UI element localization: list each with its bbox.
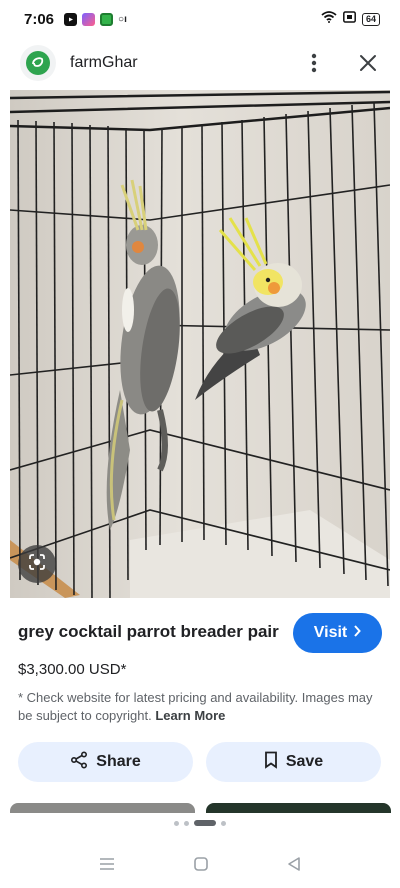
chevron-right-icon [353, 624, 362, 642]
pagination-dot [221, 820, 226, 826]
status-app-icons: ○ı [64, 12, 127, 26]
farmghar-logo[interactable] [20, 45, 56, 81]
visit-button[interactable]: Visit [293, 613, 382, 653]
share-label: Share [96, 753, 141, 770]
status-bar: 7:06 ○ı 64 [0, 0, 400, 38]
product-price: $3,300.00 USD* [18, 661, 127, 678]
more-vert-icon[interactable] [302, 51, 326, 75]
system-nav-bar [0, 845, 400, 888]
volte-icon [343, 10, 356, 28]
pagination-dots [0, 820, 400, 826]
learn-more-link[interactable]: Learn More [155, 708, 225, 723]
pagination-dot-active [194, 820, 216, 826]
save-label: Save [285, 753, 324, 770]
site-name[interactable]: farmGhar [70, 54, 138, 72]
wifi-icon [321, 10, 337, 28]
youtube-icon [64, 12, 78, 26]
back-icon[interactable] [286, 856, 302, 877]
product-image[interactable] [10, 90, 390, 598]
cockatiels-photo [10, 90, 390, 598]
app-icon-1 [82, 12, 96, 26]
status-time: 7:06 [24, 10, 55, 28]
google-lens-button[interactable] [18, 545, 56, 583]
close-icon[interactable] [356, 51, 380, 75]
battery-icon: 64 [361, 12, 380, 26]
source-header: farmGhar [0, 38, 400, 88]
recent-apps-icon[interactable] [98, 857, 116, 876]
visit-label: Visit [313, 624, 348, 641]
share-button[interactable]: Share [18, 742, 193, 782]
related-thumbnail-2[interactable] [206, 803, 391, 813]
pagination-dot [174, 820, 179, 826]
related-thumbnail-1[interactable] [10, 803, 195, 813]
disclaimer: * Check website for latest pricing and a… [18, 689, 378, 725]
lens-icon [27, 552, 47, 577]
product-title: grey cocktail parrot breader pair [18, 622, 279, 641]
app-icon-2 [100, 12, 114, 26]
home-icon[interactable] [193, 856, 209, 877]
share-icon [70, 750, 88, 774]
save-button[interactable]: Save [206, 742, 381, 782]
sim-icon: ○ı [118, 13, 127, 25]
bookmark-icon [264, 751, 278, 774]
pagination-dot [184, 820, 189, 826]
